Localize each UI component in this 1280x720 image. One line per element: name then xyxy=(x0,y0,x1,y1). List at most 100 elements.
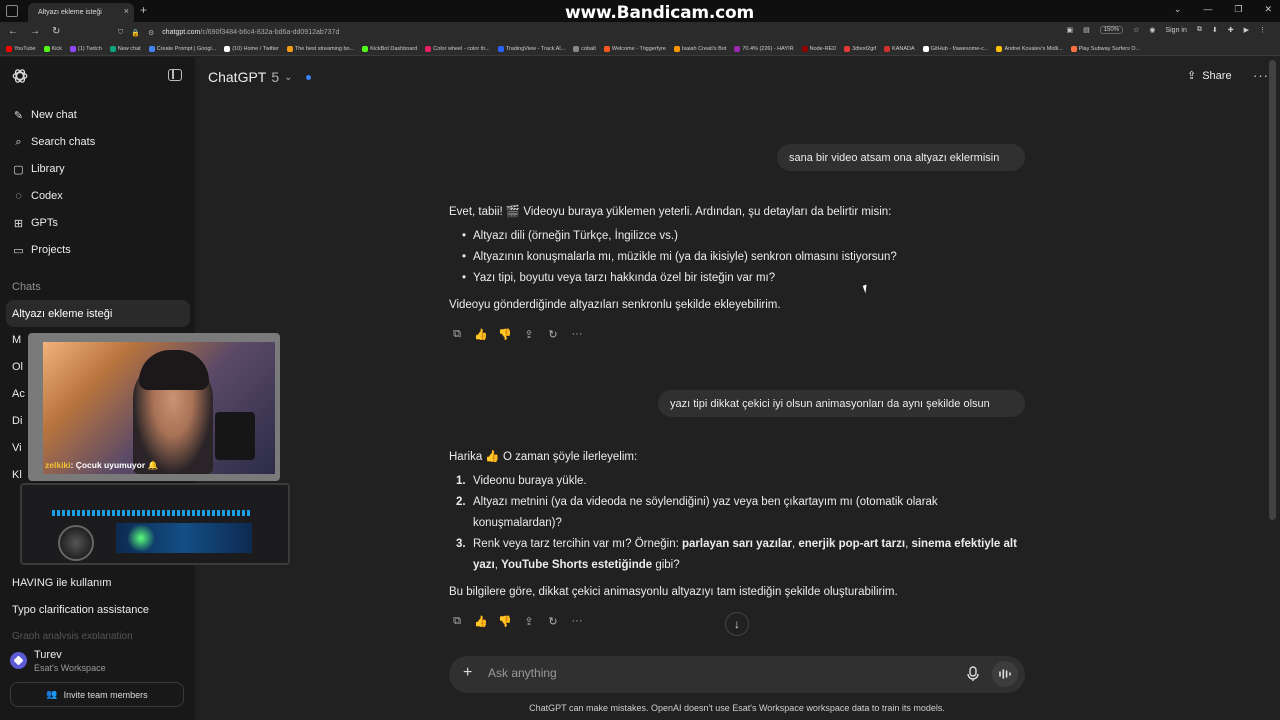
sidebar-item-projects[interactable]: ▭ Projects xyxy=(12,240,70,260)
bookmark-favicon-icon xyxy=(673,45,680,52)
bookmark-item[interactable]: YouTube xyxy=(6,45,36,52)
bookmark-favicon-icon xyxy=(603,45,610,52)
car-stereo-graphic xyxy=(20,483,290,565)
bookmark-favicon-icon xyxy=(43,45,50,52)
screen-icon[interactable]: ▤ xyxy=(1083,26,1090,34)
share-icon[interactable]: ⇪ xyxy=(522,327,536,341)
model-name: ChatGPT xyxy=(208,69,267,85)
chat-item[interactable]: HAVING ile kullanım xyxy=(12,577,111,589)
profile-icon[interactable]: ◉ xyxy=(1149,26,1155,34)
extensions-icon[interactable]: ⧉ xyxy=(1197,26,1202,34)
download-icon[interactable]: ⬇ xyxy=(1212,26,1218,34)
window-controls: ⌄ — ❐ ✕ xyxy=(1174,4,1272,15)
bookmark-label: New chat xyxy=(117,45,141,52)
close-icon[interactable]: ✕ xyxy=(1264,4,1272,15)
back-icon[interactable]: ← xyxy=(8,26,18,37)
bookmark-favicon-icon xyxy=(286,45,293,52)
sidebar-toggle-icon[interactable] xyxy=(168,69,182,81)
bookmark-item[interactable]: Create Prompt | Googl... xyxy=(148,45,216,52)
bookmark-item[interactable]: Isaiah Creati's Bot xyxy=(673,45,727,52)
media-icon[interactable]: ▶ xyxy=(1244,26,1249,34)
prompt-input[interactable] xyxy=(488,666,948,680)
bookmark-item[interactable]: Color wheel - color th... xyxy=(425,45,490,52)
browser-tab[interactable]: Altyazı ekleme isteği × xyxy=(28,3,134,22)
minimize-icon[interactable]: — xyxy=(1203,4,1212,15)
bookmark-item[interactable]: KANADA xyxy=(884,45,915,52)
copy-icon[interactable]: ⧉ xyxy=(450,614,464,628)
url-field[interactable]: ⛉ 🔒 ⚙ chatgpt.com/c/690f3484-b6c4-832a-b… xyxy=(118,25,1028,40)
copy-icon[interactable]: ⧉ xyxy=(450,327,464,341)
bookmark-label: Node-RED xyxy=(809,45,837,52)
tab-list-icon[interactable] xyxy=(6,5,18,17)
scrollbar[interactable] xyxy=(1269,60,1276,520)
bookmark-item[interactable]: Kick xyxy=(43,45,62,52)
forward-icon[interactable]: → xyxy=(30,26,40,37)
bookmark-item[interactable]: New chat xyxy=(109,45,141,52)
bookmark-item[interactable]: 3dtext2gif xyxy=(844,45,876,52)
more-options-icon[interactable]: ··· xyxy=(1253,68,1269,83)
bookmark-label: Welcome - Triggerfyre xyxy=(611,45,666,52)
invite-team-button[interactable]: 👥 Invite team members xyxy=(10,682,184,707)
bookmark-label: KANADA xyxy=(892,45,915,52)
microphone-icon[interactable] xyxy=(966,666,980,682)
bookmark-favicon-icon xyxy=(922,45,929,52)
regenerate-icon[interactable]: ↻ xyxy=(546,327,560,341)
bookmark-favicon-icon xyxy=(224,45,231,52)
star-icon[interactable]: ☆ xyxy=(1133,26,1139,34)
sidebar-item-codex[interactable]: ◌ Codex xyxy=(12,186,63,206)
bookmark-label: Isaiah Creati's Bot xyxy=(681,45,727,52)
list-bold: enerjik pop-art tarzı xyxy=(798,538,906,550)
thumbs-up-icon[interactable]: 👍 xyxy=(474,327,488,341)
sidebar-item-library[interactable]: ▢ Library xyxy=(12,159,64,179)
chat-item-active[interactable]: Altyazı ekleme isteği xyxy=(6,300,190,327)
more-icon[interactable]: ··· xyxy=(570,614,584,628)
add-attachment-icon[interactable]: + xyxy=(463,664,472,682)
bookmark-item[interactable]: (1) Twitch xyxy=(70,45,102,52)
menu-icon[interactable]: ⋮ xyxy=(1259,26,1266,34)
sidebar-item-new-chat[interactable]: ✎ New chat xyxy=(12,105,77,125)
chat-item[interactable]: Graph analysis explanation xyxy=(12,631,133,639)
bookmark-item[interactable]: Play Subway Surfers O... xyxy=(1070,45,1140,52)
chevron-down-icon[interactable]: ⌄ xyxy=(1174,4,1182,15)
regenerate-icon[interactable]: ↻ xyxy=(546,614,560,628)
sidebar-item-gpts[interactable]: ⊞ GPTs xyxy=(12,213,58,233)
lock-icon[interactable]: 🔒 xyxy=(131,29,140,37)
new-tab-button[interactable]: + xyxy=(140,3,147,17)
voice-mode-button[interactable] xyxy=(992,661,1018,687)
bookmark-item[interactable]: TradingView - Track Al... xyxy=(497,45,565,52)
bookmark-item[interactable]: Node-RED xyxy=(801,45,837,52)
tab-close-icon[interactable]: × xyxy=(124,6,129,16)
bookmark-item[interactable]: Andrei Kovalev's Midli... xyxy=(996,45,1063,52)
thumbs-up-icon[interactable]: 👍 xyxy=(474,614,488,628)
thumbs-down-icon[interactable]: 👎 xyxy=(498,614,512,628)
bookmark-favicon-icon xyxy=(844,45,851,52)
more-icon[interactable]: ··· xyxy=(570,327,584,341)
puzzle-icon[interactable]: ✚ xyxy=(1228,26,1234,34)
thumbs-down-icon[interactable]: 👎 xyxy=(498,327,512,341)
bookmark-label: cobalt xyxy=(581,45,596,52)
picture-icon[interactable]: ▣ xyxy=(1066,26,1073,34)
share-icon[interactable]: ⇪ xyxy=(522,614,536,628)
model-selector[interactable]: ChatGPT 5 ⌄ xyxy=(208,69,311,85)
zoom-badge[interactable]: 150% xyxy=(1099,26,1124,34)
reload-icon[interactable]: ↻ xyxy=(52,26,60,37)
sidebar-item-search-chats[interactable]: ⌕ Search chats xyxy=(12,132,95,152)
bookmark-item[interactable]: GitHub - f/awesome-c... xyxy=(922,45,988,52)
shield-icon[interactable]: ⛉ xyxy=(118,29,123,37)
bookmark-item[interactable]: 70.4% (226) - HAYIR xyxy=(734,45,794,52)
chat-item[interactable]: Typo clarification assistance xyxy=(12,604,149,616)
site-settings-icon[interactable]: ⚙ xyxy=(148,29,154,37)
bookmark-item[interactable]: cobalt xyxy=(573,45,596,52)
bookmark-item[interactable]: KickBot Dashboard xyxy=(362,45,418,52)
bookmark-favicon-icon xyxy=(70,45,77,52)
bookmark-item[interactable]: The best streaming bo... xyxy=(286,45,354,52)
openai-logo-icon[interactable] xyxy=(11,67,29,85)
sign-in-button[interactable]: Sign in xyxy=(1165,27,1186,34)
bookmark-item[interactable]: Welcome - Triggerfyre xyxy=(603,45,666,52)
bookmark-item[interactable]: (10) Home / Twitter xyxy=(224,45,279,52)
scroll-down-button[interactable]: ↓ xyxy=(725,612,749,636)
restore-icon[interactable]: ❐ xyxy=(1234,4,1242,15)
share-button[interactable]: ⇪ Share xyxy=(1187,69,1232,83)
bookmark-label: KickBot Dashboard xyxy=(370,45,418,52)
webcam-frame: zelkiki: Çocuk uyumuyor 🔔 xyxy=(28,333,280,481)
